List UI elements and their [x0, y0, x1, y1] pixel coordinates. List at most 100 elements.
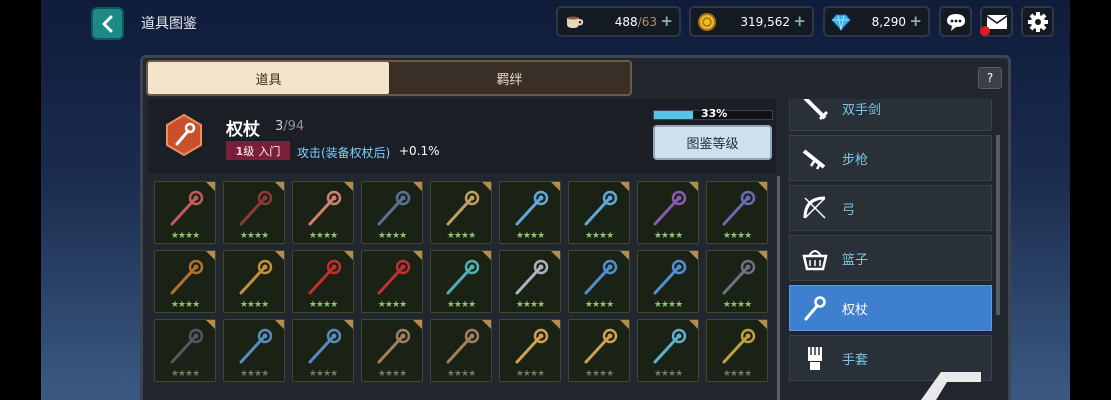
bow-icon — [800, 193, 830, 223]
item-slot[interactable]: ★★★★ — [637, 319, 699, 382]
item-slot[interactable]: ★★★★ — [499, 250, 561, 313]
item-slot[interactable]: ★★★★ — [499, 181, 561, 244]
scepter-icon — [308, 190, 342, 226]
chevron-left-icon — [102, 15, 112, 32]
item-slot[interactable]: ★★★★ — [361, 250, 423, 313]
coin-icon — [698, 13, 716, 31]
slot-corner-marker — [344, 320, 353, 329]
gauntlet-icon — [800, 343, 830, 373]
collected-count: 3/94 — [275, 119, 304, 134]
category-label: 手套 — [842, 352, 869, 368]
collected-total: /94 — [283, 119, 305, 134]
scepter-icon — [584, 190, 618, 226]
category-item[interactable]: 权杖 — [789, 285, 992, 331]
category-label: 双手剑 — [842, 102, 882, 118]
item-stars: ★★★★ — [446, 300, 476, 310]
slot-corner-marker — [551, 251, 560, 260]
item-stars: ★★★★ — [722, 300, 752, 310]
item-slot[interactable]: ★★★★ — [361, 319, 423, 382]
tab-bonds[interactable]: 羁绊 — [389, 62, 630, 94]
slot-corner-marker — [620, 251, 629, 260]
slot-corner-marker — [620, 182, 629, 191]
scepter-icon — [377, 259, 411, 295]
scepter-icon — [515, 190, 549, 226]
item-stars: ★★★★ — [584, 369, 614, 379]
cup-icon — [567, 16, 584, 28]
item-slot[interactable]: ★★★★ — [706, 319, 768, 382]
chat-icon — [946, 13, 965, 31]
item-slot[interactable]: ★★★★ — [568, 319, 630, 382]
collection-grade-button[interactable]: 图鉴等级 — [653, 125, 772, 160]
item-slot[interactable]: ★★★★ — [154, 181, 216, 244]
item-stars: ★★★★ — [239, 231, 269, 241]
category-item[interactable]: 步枪 — [789, 135, 992, 181]
category-item[interactable]: 弓 — [789, 185, 992, 231]
item-slot[interactable]: ★★★★ — [568, 181, 630, 244]
item-slot[interactable]: ★★★★ — [499, 319, 561, 382]
slot-corner-marker — [689, 182, 698, 191]
item-grid: ★★★★ ★★★★ ★★★★ ★★★★ ★★★★ ★★★★ ★★★★ ★★★★ ★★★★ ★★★★… — [154, 179, 774, 400]
item-slot[interactable]: ★★★★ — [637, 181, 699, 244]
item-slot[interactable]: ★★★★ — [292, 181, 354, 244]
item-slot[interactable]: ★★★★ — [637, 250, 699, 313]
category-list: 双手剑步枪弓篮子权杖手套 — [789, 99, 996, 400]
chat-button[interactable] — [939, 6, 972, 37]
item-stars: ★★★★ — [377, 231, 407, 241]
scepter-icon — [446, 328, 480, 364]
item-stars: ★★★★ — [377, 369, 407, 379]
item-slot[interactable]: ★★★★ — [292, 250, 354, 313]
item-slot[interactable]: ★★★★ — [223, 181, 285, 244]
item-stars: ★★★★ — [515, 300, 545, 310]
item-slot[interactable]: ★★★★ — [706, 250, 768, 313]
category-label: 篮子 — [842, 252, 869, 268]
item-stars: ★★★★ — [170, 300, 200, 310]
item-slot[interactable]: ★★★★ — [223, 250, 285, 313]
item-slot[interactable]: ★★★★ — [292, 319, 354, 382]
item-stars: ★★★★ — [446, 369, 476, 379]
item-stars: ★★★★ — [239, 369, 269, 379]
item-slot[interactable]: ★★★★ — [154, 319, 216, 382]
stamina-counter: 488/63 + — [556, 6, 681, 37]
item-slot[interactable]: ★★★★ — [154, 250, 216, 313]
item-slot[interactable]: ★★★★ — [223, 319, 285, 382]
item-slot[interactable]: ★★★★ — [706, 181, 768, 244]
slot-corner-marker — [689, 320, 698, 329]
item-stars: ★★★★ — [515, 231, 545, 241]
notification-dot — [980, 26, 990, 36]
add-gems-button[interactable]: + — [909, 12, 922, 30]
scepter-icon — [584, 259, 618, 295]
settings-button[interactable] — [1021, 6, 1054, 37]
bonus-value: +0.1% — [399, 144, 440, 158]
scepter-icon — [584, 328, 618, 364]
slot-corner-marker — [551, 320, 560, 329]
item-stars: ★★★★ — [308, 369, 338, 379]
add-gold-button[interactable]: + — [793, 12, 806, 30]
scepter-icon — [308, 328, 342, 364]
scepter-icon — [377, 328, 411, 364]
item-slot[interactable]: ★★★★ — [430, 181, 492, 244]
collection-progress-label: 33% — [701, 107, 728, 120]
category-item[interactable]: 双手剑 — [789, 99, 992, 131]
category-item[interactable]: 篮子 — [789, 235, 992, 281]
item-stars: ★★★★ — [515, 369, 545, 379]
category-label: 弓 — [842, 202, 856, 218]
back-button[interactable] — [91, 7, 124, 40]
scepter-icon — [653, 328, 687, 364]
item-stars: ★★★★ — [308, 300, 338, 310]
item-slot[interactable]: ★★★★ — [568, 250, 630, 313]
slot-corner-marker — [413, 320, 422, 329]
item-stars: ★★★★ — [446, 231, 476, 241]
item-stars: ★★★★ — [377, 300, 407, 310]
item-slot[interactable]: ★★★★ — [430, 250, 492, 313]
item-stars: ★★★★ — [653, 369, 683, 379]
add-stamina-button[interactable]: + — [660, 12, 673, 30]
category-scrollbar[interactable] — [996, 135, 1000, 315]
gem-counter: 8,290 + — [823, 6, 930, 37]
help-button[interactable]: ? — [978, 67, 1002, 89]
scepter-icon — [722, 328, 756, 364]
item-slot[interactable]: ★★★★ — [430, 319, 492, 382]
tab-items[interactable]: 道具 — [148, 62, 389, 94]
level-rank: 入门 — [258, 144, 281, 158]
item-slot[interactable]: ★★★★ — [361, 181, 423, 244]
grid-scrollbar[interactable] — [777, 176, 780, 400]
